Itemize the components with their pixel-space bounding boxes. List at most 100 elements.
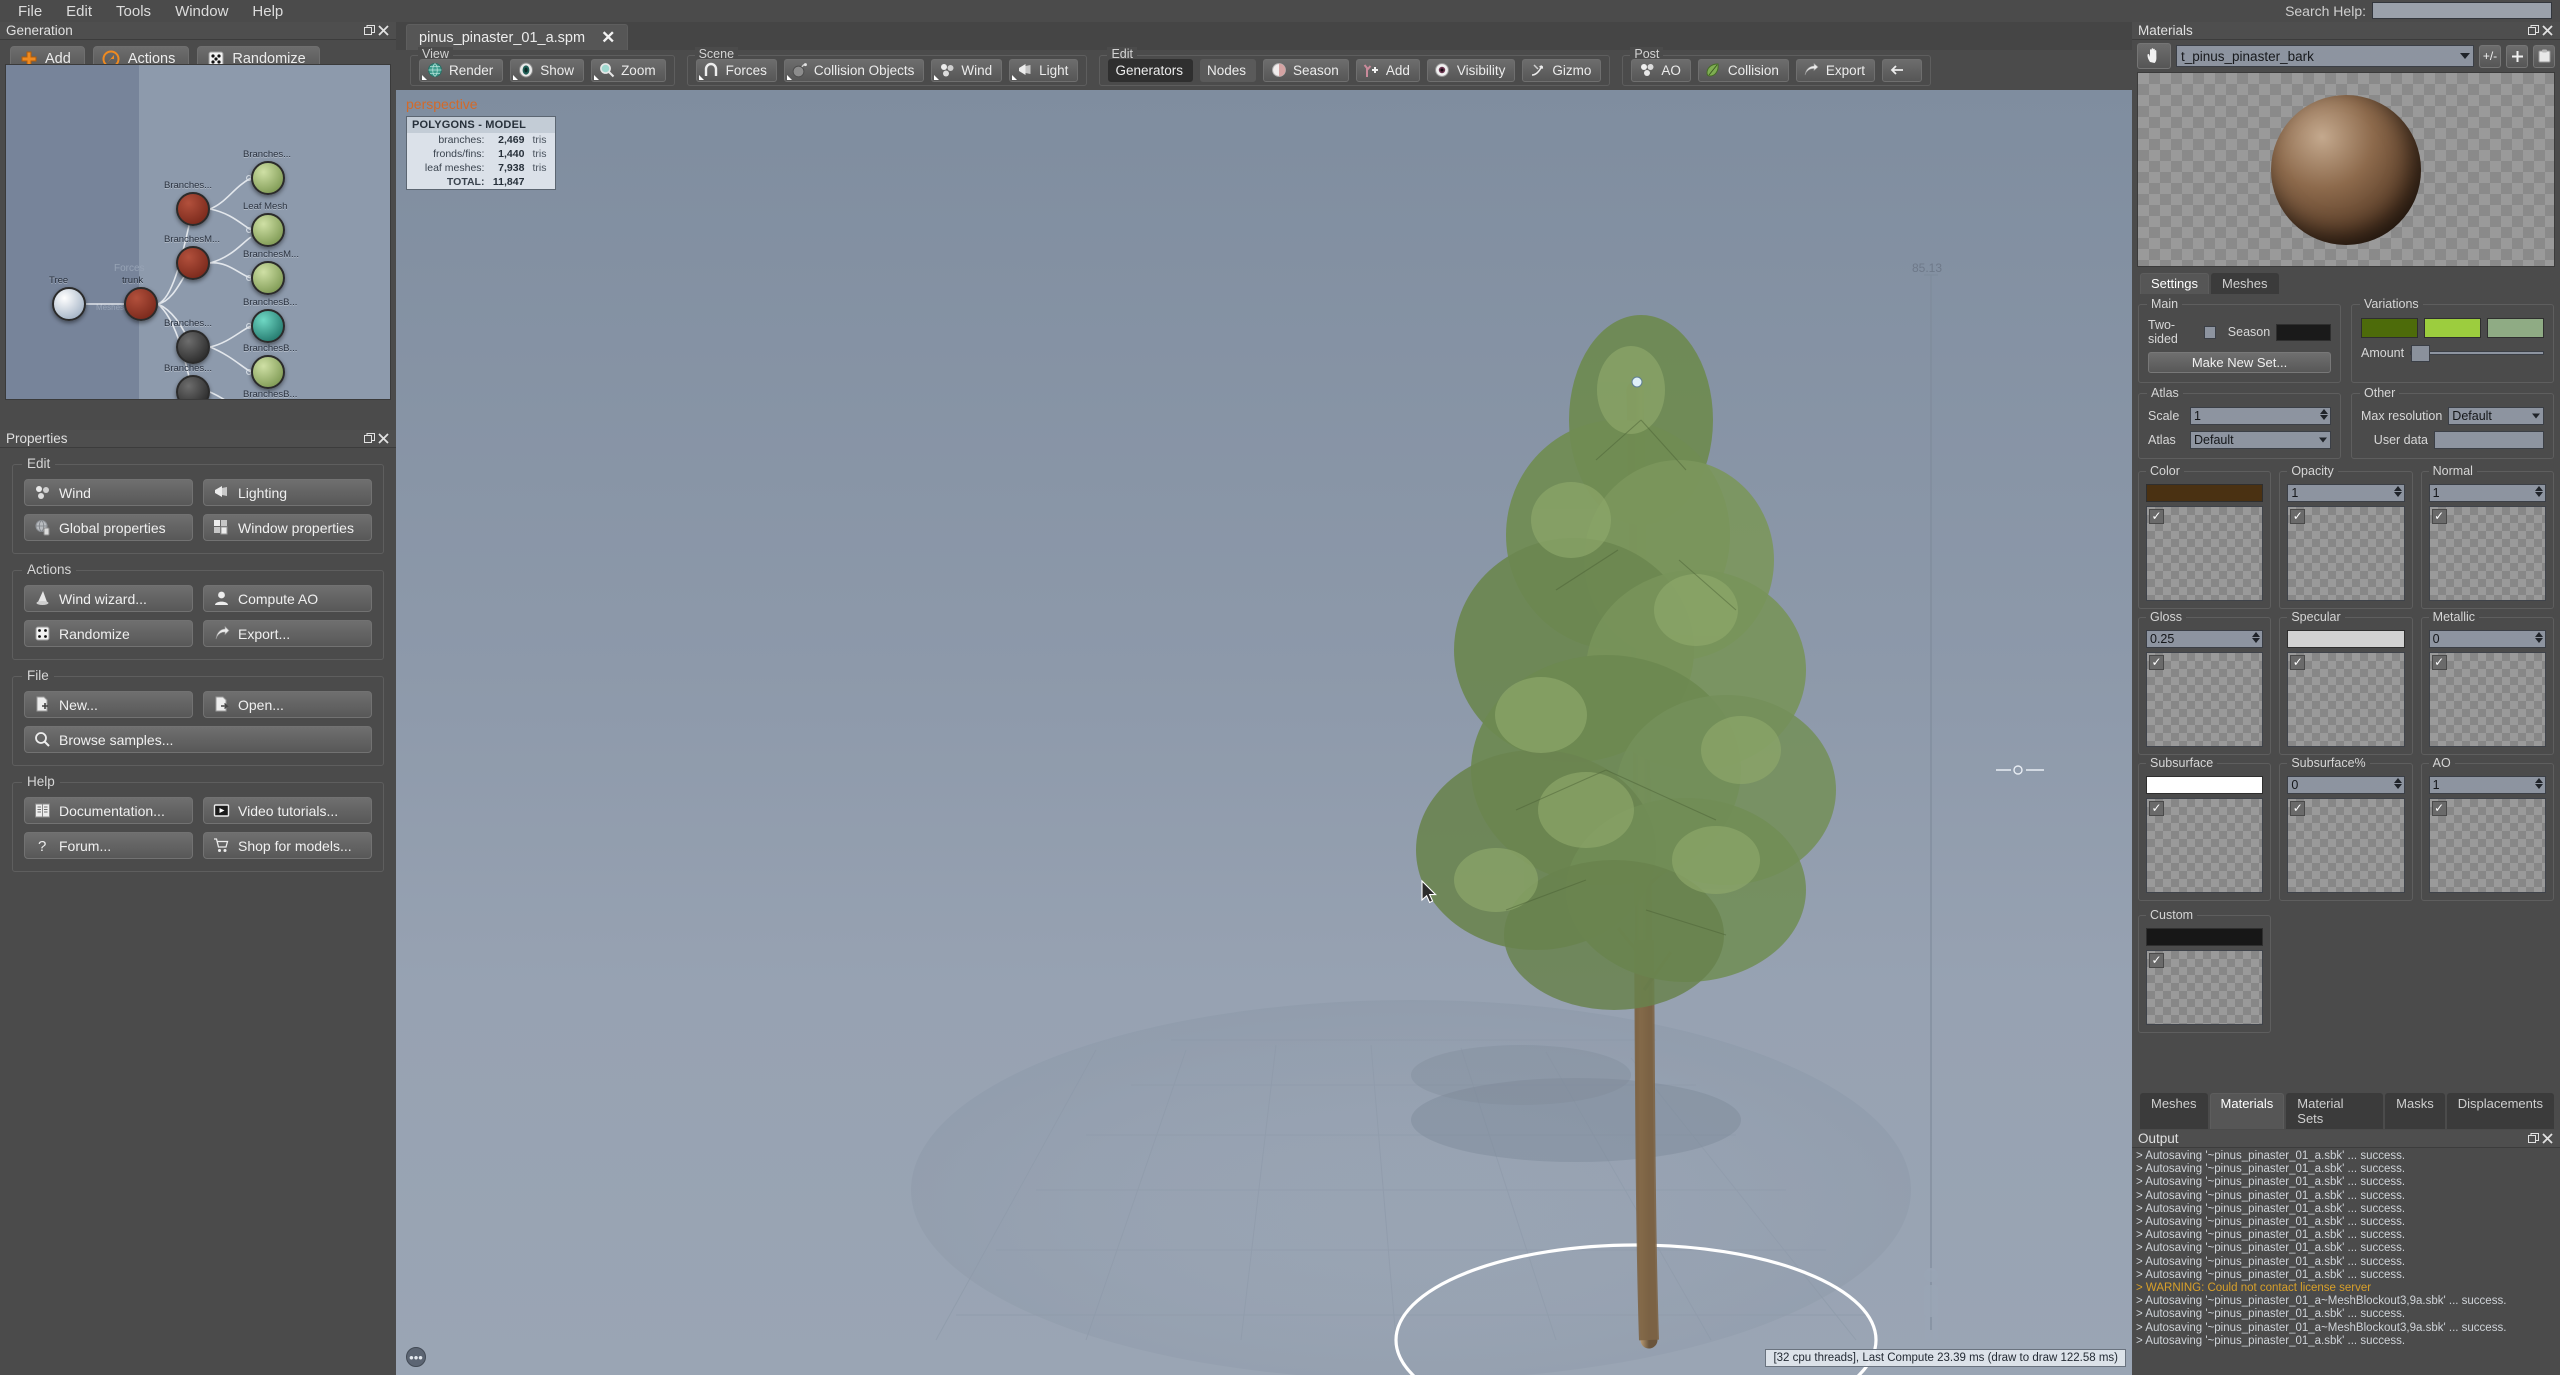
season-color-swatch[interactable] [2276,324,2331,341]
specular-swatch[interactable] [2287,630,2404,648]
browse-samples-button[interactable]: Browse samples... [24,726,372,753]
tab-meshes[interactable]: Meshes [2211,273,2279,294]
undock-icon[interactable] [2526,24,2540,38]
bottom-tab-masks[interactable]: Masks [2385,1093,2445,1129]
menu-item-file[interactable]: File [6,1,54,22]
subsurface-checkbox[interactable]: ✓ [2149,801,2164,816]
node-branches[interactable] [176,192,210,226]
show-button[interactable]: Show [510,59,584,82]
bottom-tab-meshes[interactable]: Meshes [2140,1093,2208,1129]
material-combobox[interactable]: t_pinus_pinaster_bark [2176,45,2474,67]
close-icon[interactable] [2540,24,2554,38]
spinner-icon[interactable] [2320,409,2328,420]
help-search-input[interactable] [2372,2,2552,19]
user-data-field[interactable] [2434,431,2544,449]
amount-slider[interactable] [2410,351,2544,355]
export-button[interactable]: Export... [203,620,372,647]
spinner-icon[interactable] [2394,778,2402,789]
subsurface-pct-field[interactable]: 0 [2287,776,2404,794]
window-properties-button[interactable]: Window properties [203,514,372,541]
bottom-tab-material-sets[interactable]: Material Sets [2286,1093,2383,1129]
ao-texture-pad[interactable]: ✓ [2429,798,2546,893]
render-button[interactable]: Render [419,59,503,82]
subsurface-swatch[interactable] [2146,776,2263,794]
ao-button[interactable]: AO [1631,59,1691,82]
compute-ao-button[interactable]: Compute AO [203,585,372,612]
forces-button[interactable]: Forces [696,59,777,82]
tab-settings[interactable]: Settings [2140,273,2209,294]
color-swatch[interactable] [2146,484,2263,502]
gloss-texture-pad[interactable]: ✓ [2146,652,2263,747]
close-icon[interactable] [376,432,390,446]
max-resolution-combobox[interactable]: Default [2448,407,2544,425]
paste-material-button[interactable] [2533,45,2555,68]
lighting-button[interactable]: Lighting [203,479,372,506]
gloss-field[interactable]: 0.25 [2146,630,2263,648]
ao-checkbox[interactable]: ✓ [2432,801,2447,816]
opacity-texture-pad[interactable]: ✓ [2287,506,2404,601]
custom-checkbox[interactable]: ✓ [2149,953,2164,968]
post-back-button[interactable] [1882,59,1922,82]
ao-field[interactable]: 1 [2429,776,2546,794]
plus-minus-button[interactable]: +/- [2479,45,2501,68]
randomize-props-button[interactable]: Randomize [24,620,193,647]
menu-item-help[interactable]: Help [240,1,295,22]
node-branches-green-1[interactable] [251,161,285,195]
spinner-icon[interactable] [2252,632,2260,643]
undock-icon[interactable] [2526,1132,2540,1146]
scene-wind-button[interactable]: Wind [931,59,1002,82]
variation-swatch-3[interactable] [2487,318,2544,338]
close-tab-icon[interactable]: ✕ [601,28,615,48]
close-icon[interactable] [376,24,390,38]
metallic-texture-pad[interactable]: ✓ [2429,652,2546,747]
undock-icon[interactable] [362,24,376,38]
collision-objects-button[interactable]: Collision Objects [784,59,925,82]
spinner-icon[interactable] [2394,486,2402,497]
atlas-scale-field[interactable]: 1 [2190,407,2331,425]
opacity-checkbox[interactable]: ✓ [2290,509,2305,524]
node-branchesb-teal-1[interactable] [251,309,285,343]
wind-wizard-button[interactable]: Wind wizard... [24,585,193,612]
material-preview[interactable] [2137,72,2555,267]
global-properties-button[interactable]: Global properties [24,514,193,541]
specular-checkbox[interactable]: ✓ [2290,655,2305,670]
make-new-set-button[interactable]: Make New Set... [2148,352,2331,373]
amount-slider-knob[interactable] [2411,345,2430,362]
nodes-button[interactable]: Nodes [1200,59,1256,82]
atlas-combobox[interactable]: Default [2190,431,2331,449]
zoom-button[interactable]: Zoom [591,59,666,82]
add-node-button[interactable]: Add [1356,59,1420,82]
node-branchesm[interactable] [176,246,210,280]
variation-swatch-2[interactable] [2424,318,2481,338]
video-tutorials-button[interactable]: Video tutorials... [203,797,372,824]
documentation-button[interactable]: Documentation... [24,797,193,824]
post-collision-button[interactable]: Collision [1698,59,1789,82]
node-branchesb-green-1[interactable] [251,355,285,389]
node-graph-canvas[interactable]: Forces Meshes [5,64,391,400]
undock-icon[interactable] [362,432,376,446]
generators-button[interactable]: Generators [1108,59,1193,82]
spinner-icon[interactable] [2535,486,2543,497]
normal-checkbox[interactable]: ✓ [2432,509,2447,524]
bottom-tab-displacements[interactable]: Displacements [2447,1093,2554,1129]
new-button[interactable]: New... [24,691,193,718]
opacity-field[interactable]: 1 [2287,484,2404,502]
output-log[interactable]: > Autosaving '~pinus_pinaster_01_a.sbk' … [2132,1148,2560,1366]
menu-item-window[interactable]: Window [163,1,240,22]
shop-models-button[interactable]: Shop for models... [203,832,372,859]
spinner-icon[interactable] [2535,632,2543,643]
add-material-button[interactable] [2506,45,2528,68]
viewport-3d[interactable]: perspective POLYGONS - MODEL branches: 2… [396,90,2132,1375]
gizmo-button[interactable]: Gizmo [1522,59,1601,82]
wind-button[interactable]: Wind [24,479,193,506]
variation-swatch-1[interactable] [2361,318,2418,338]
color-checkbox[interactable]: ✓ [2149,509,2164,524]
subsurface-texture-pad[interactable]: ✓ [2146,798,2263,893]
menu-item-edit[interactable]: Edit [54,1,104,22]
menu-item-tools[interactable]: Tools [104,1,163,22]
light-button[interactable]: Light [1009,59,1078,82]
metallic-field[interactable]: 0 [2429,630,2546,648]
specular-texture-pad[interactable]: ✓ [2287,652,2404,747]
post-export-button[interactable]: Export [1796,59,1875,82]
bottom-tab-materials[interactable]: Materials [2210,1093,2285,1129]
